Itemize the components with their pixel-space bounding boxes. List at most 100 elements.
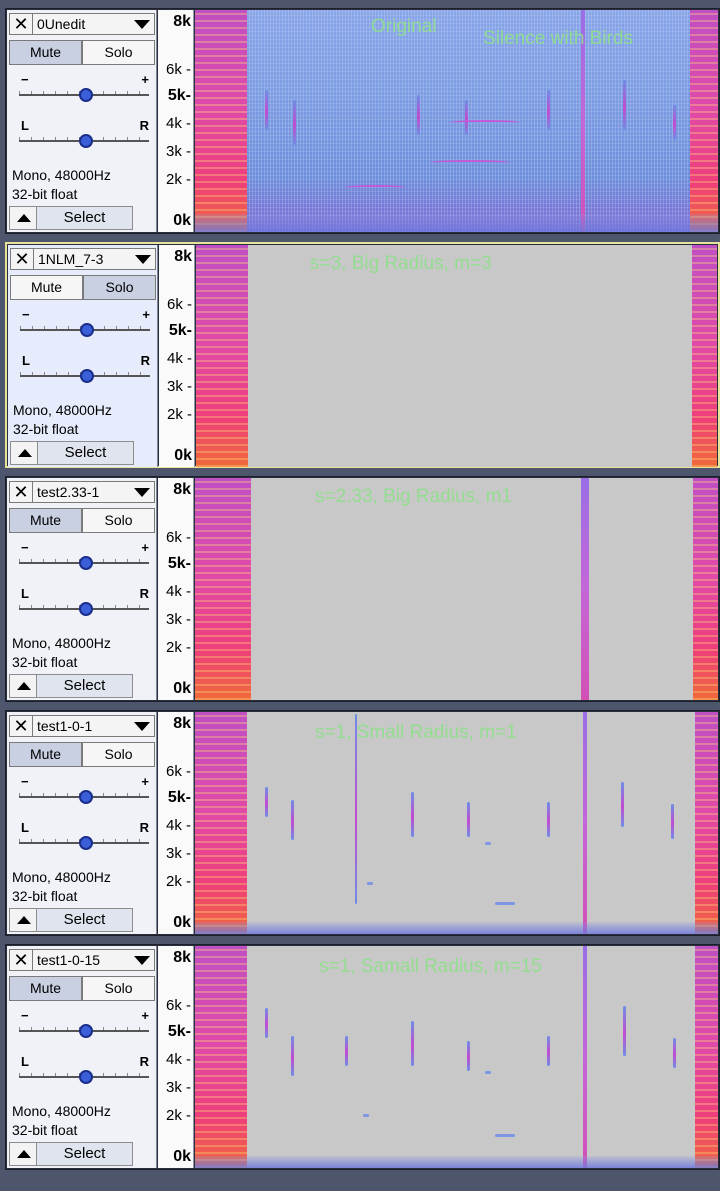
gain-slider[interactable]: − + xyxy=(19,774,149,808)
gain-knob[interactable] xyxy=(79,790,93,804)
pan-knob[interactable] xyxy=(79,134,93,148)
pan-left-label: L xyxy=(22,353,30,368)
gain-minus-label: − xyxy=(21,72,29,87)
spectrogram-view[interactable]: s=1, Samall Radius, m=15 xyxy=(195,946,718,1168)
close-track-icon[interactable]: ✕ xyxy=(9,481,33,503)
dropdown-arrow-icon xyxy=(134,956,150,965)
gain-slider[interactable]: − + xyxy=(19,1008,149,1042)
track-name-menu[interactable]: test1-0-1 xyxy=(33,715,155,737)
mute-button[interactable]: Mute xyxy=(9,40,82,65)
pan-knob[interactable] xyxy=(79,836,93,850)
spectrogram-view[interactable]: s=3, Big Radius, m=3 xyxy=(196,245,717,467)
select-track-button[interactable]: Select xyxy=(37,1142,133,1166)
track-test2-33-1[interactable]: ✕ test2.33-1 Mute Solo − + L R Mono, 480… xyxy=(5,476,720,702)
gain-knob[interactable] xyxy=(79,88,93,102)
ruler-tick-3k: 3k - xyxy=(165,611,191,628)
spectral-burst-right xyxy=(693,478,718,700)
spectral-line xyxy=(583,712,587,934)
close-track-icon[interactable]: ✕ xyxy=(10,248,34,270)
solo-button[interactable]: Solo xyxy=(82,508,155,533)
spectral-line xyxy=(583,946,587,1168)
spectral-burst-right xyxy=(695,712,718,934)
track-test1-0-1[interactable]: ✕ test1-0-1 Mute Solo − + L R Mono, 4800… xyxy=(5,710,720,936)
pan-slider[interactable]: L R xyxy=(19,586,149,620)
track-header: ✕ test1-0-15 xyxy=(9,948,155,972)
ruler-tick-8k: 8k xyxy=(173,949,191,966)
pan-slider[interactable]: L R xyxy=(19,118,149,152)
gain-slider[interactable]: − + xyxy=(20,307,150,341)
track-test1-0-15[interactable]: ✕ test1-0-15 Mute Solo − + L R Mono, 480… xyxy=(5,944,720,1170)
dropdown-arrow-icon xyxy=(135,255,151,264)
close-track-icon[interactable]: ✕ xyxy=(9,715,33,737)
pan-right-label: R xyxy=(139,118,149,133)
gain-knob[interactable] xyxy=(79,556,93,570)
track-footer: Select xyxy=(9,908,133,932)
track-format-info: Mono, 48000Hz 32-bit float xyxy=(12,868,111,906)
frequency-ruler: 8k 6k - 5k- 4k - 3k - 2k - 0k xyxy=(158,712,194,934)
track-header: ✕ test1-0-1 xyxy=(9,714,155,738)
solo-button[interactable]: Solo xyxy=(82,742,155,767)
ruler-tick-5k: 5k- xyxy=(167,555,191,572)
track-footer: Select xyxy=(9,1142,133,1166)
bird-chirp xyxy=(673,105,676,140)
gain-plus-label: + xyxy=(141,72,149,87)
select-track-button[interactable]: Select xyxy=(38,441,134,465)
pan-knob[interactable] xyxy=(80,369,94,383)
track-footer: Select xyxy=(9,674,133,698)
bird-chirp xyxy=(467,1041,470,1071)
close-track-icon[interactable]: ✕ xyxy=(9,13,33,35)
noise-speck xyxy=(485,842,491,845)
solo-button[interactable]: Solo xyxy=(82,976,155,1001)
ruler-tick-3k: 3k - xyxy=(165,143,191,160)
bird-chirp xyxy=(547,802,550,837)
select-track-button[interactable]: Select xyxy=(37,674,133,698)
pan-slider[interactable]: L R xyxy=(19,820,149,854)
mute-button[interactable]: Mute xyxy=(9,742,82,767)
collapse-track-icon[interactable] xyxy=(10,441,38,465)
select-track-button[interactable]: Select xyxy=(37,206,133,230)
solo-button[interactable]: Solo xyxy=(83,275,156,300)
mute-button[interactable]: Mute xyxy=(9,508,82,533)
track-name-label: 0Unedit xyxy=(37,16,86,32)
bird-call-swoop xyxy=(450,120,520,125)
track-name-menu[interactable]: test2.33-1 xyxy=(33,481,155,503)
format-rate: Mono, 48000Hz xyxy=(12,635,111,651)
mute-button[interactable]: Mute xyxy=(10,275,83,300)
track-1nlm-7-3[interactable]: ✕ 1NLM_7-3 Mute Solo − + L R Mono, 48000… xyxy=(5,242,720,468)
ruler-tick-2k: 2k - xyxy=(165,639,191,656)
spectrogram-view[interactable]: s=2.33, Big Radius, m1 xyxy=(195,478,718,700)
pan-slider[interactable]: L R xyxy=(19,1054,149,1088)
gain-slider[interactable]: − + xyxy=(19,72,149,106)
bird-chirp xyxy=(345,1036,348,1066)
collapse-track-icon[interactable] xyxy=(9,1142,37,1166)
ruler-tick-3k: 3k - xyxy=(165,1079,191,1096)
spectrogram-annotation: s=3, Big Radius, m=3 xyxy=(310,253,492,274)
solo-button[interactable]: Solo xyxy=(82,40,155,65)
mute-button[interactable]: Mute xyxy=(9,976,82,1001)
bird-chirp xyxy=(671,804,674,839)
pan-knob[interactable] xyxy=(79,1070,93,1084)
collapse-track-icon[interactable] xyxy=(9,206,37,230)
track-0unedit[interactable]: ✕ 0Unedit Mute Solo − + L R Mono, 48000H… xyxy=(5,8,720,234)
ruler-tick-4k: 4k - xyxy=(166,350,192,367)
noise-floor xyxy=(195,1156,718,1168)
track-header: ✕ 0Unedit xyxy=(9,12,155,36)
ruler-tick-3k: 3k - xyxy=(166,378,192,395)
select-track-button[interactable]: Select xyxy=(37,908,133,932)
close-track-icon[interactable]: ✕ xyxy=(9,949,33,971)
track-name-menu[interactable]: 0Unedit xyxy=(33,13,155,35)
collapse-track-icon[interactable] xyxy=(9,674,37,698)
gain-knob[interactable] xyxy=(79,1024,93,1038)
track-name-menu[interactable]: test1-0-15 xyxy=(33,949,155,971)
collapse-track-icon[interactable] xyxy=(9,908,37,932)
spectrogram-view[interactable]: Original Silence with Birds xyxy=(195,10,718,232)
gain-slider[interactable]: − + xyxy=(19,540,149,574)
pan-slider[interactable]: L R xyxy=(20,353,150,387)
spectrogram-view[interactable]: s=1, Small Radius, m=1 xyxy=(195,712,718,934)
format-rate: Mono, 48000Hz xyxy=(12,167,111,183)
track-name-menu[interactable]: 1NLM_7-3 xyxy=(34,248,156,270)
frequency-ruler: 8k 6k - 5k- 4k - 3k - 2k - 0k xyxy=(159,245,195,467)
gain-knob[interactable] xyxy=(80,323,94,337)
pan-knob[interactable] xyxy=(79,602,93,616)
pan-right-label: R xyxy=(139,586,149,601)
